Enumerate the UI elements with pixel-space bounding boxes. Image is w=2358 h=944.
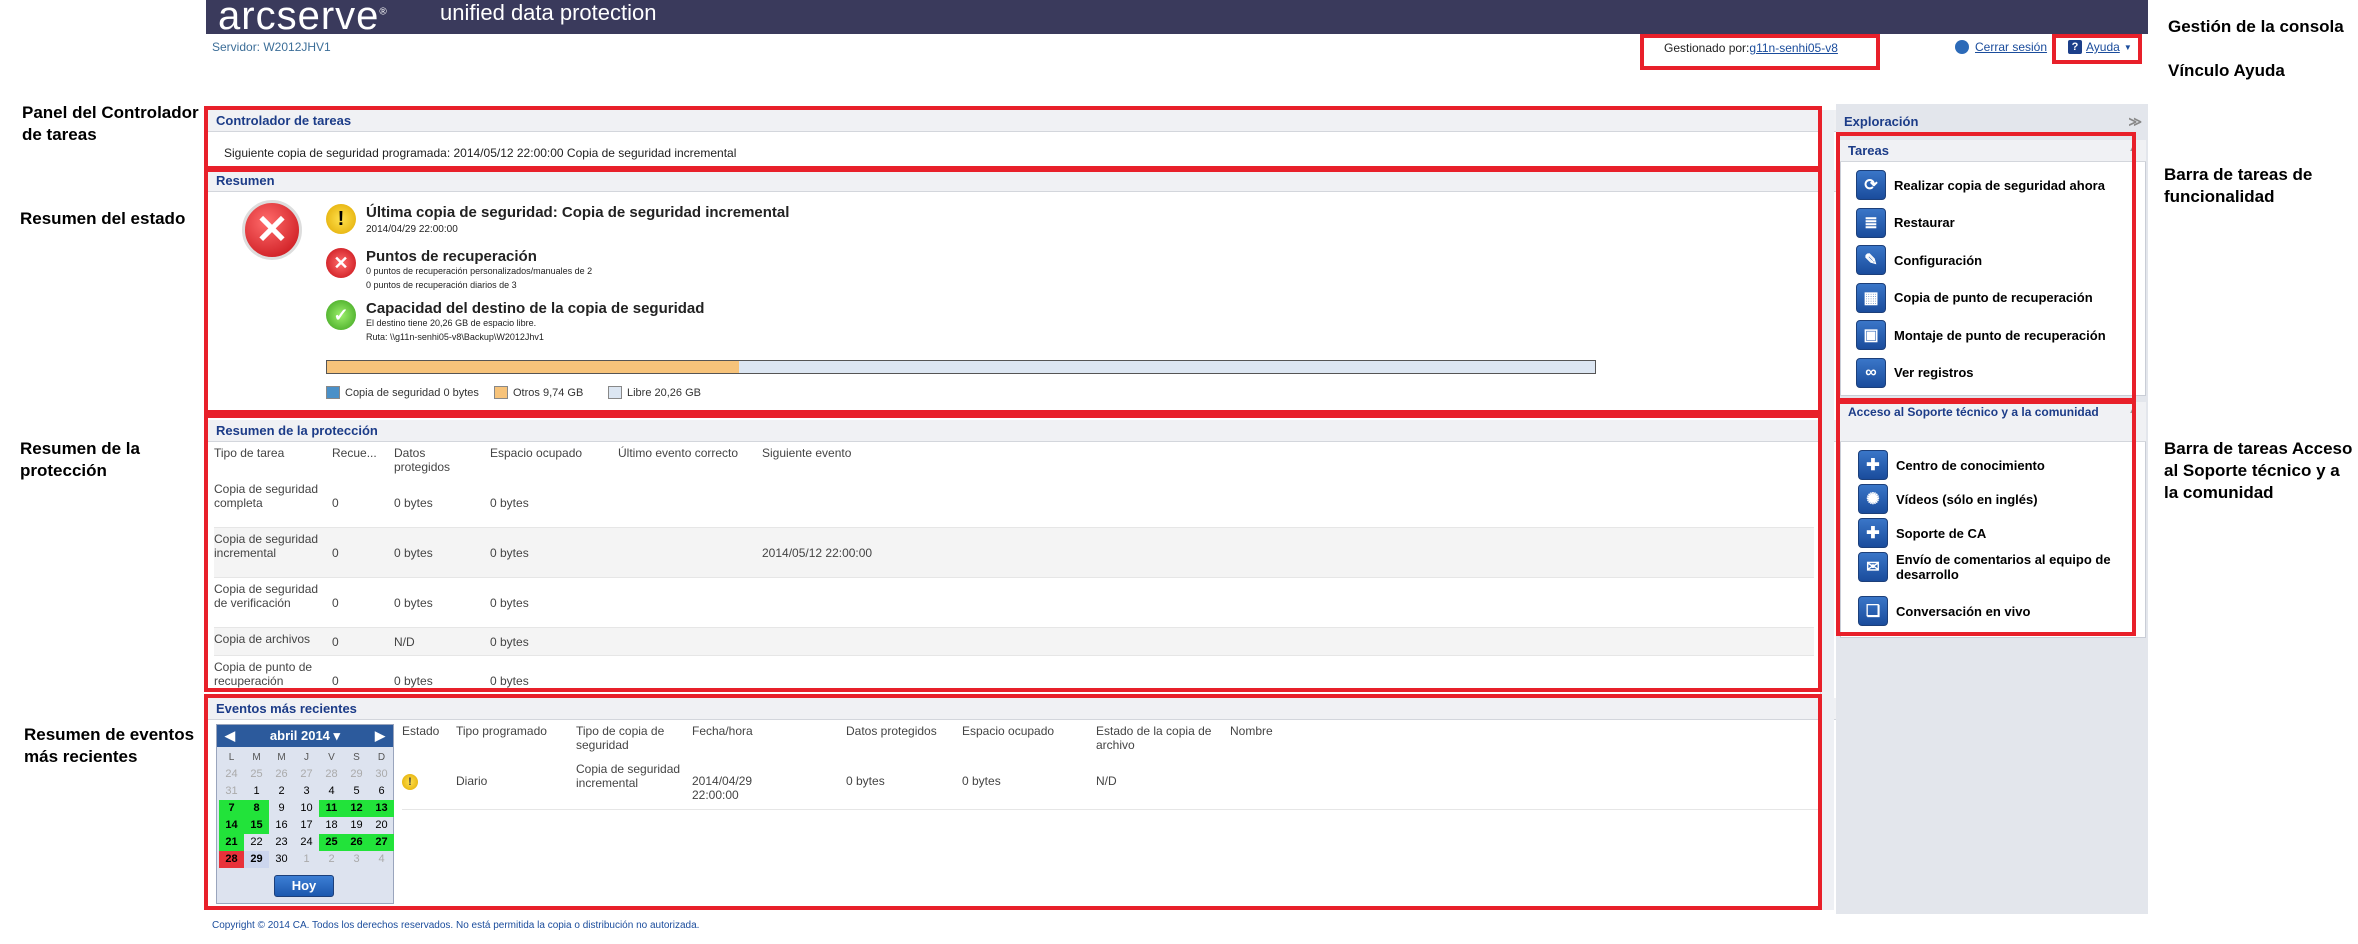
server-label: Servidor: W2012JHV1 [212,40,331,54]
logout-icon [1955,40,1969,54]
annotation-job-monitor: Panel del Controlador de tareas [22,103,199,144]
annotation-box-events [204,694,1822,910]
footer-copyright: Copyright © 2014 CA. Todos los derechos … [212,920,700,931]
logo: arcserve® [218,0,388,38]
annotation-box-summary [204,168,1822,414]
annotation-status: Resumen del estado [20,209,186,228]
annotation-box-protection [204,414,1822,692]
vertical-scrollbar[interactable] [1820,110,1834,910]
navigation-header[interactable]: Exploración ≫ [1840,114,2146,130]
annotation-console: Gestión de la consola [2168,17,2344,36]
annotation-support-taskbar: Barra de tareas Acceso al Soporte técnic… [2164,439,2353,502]
annotation-help: Vínculo Ayuda [2168,61,2285,80]
annotation-box-job-monitor [204,106,1822,170]
annotation-box-console [1640,34,1880,70]
annotation-box-tasks [1836,132,2136,402]
annotation-protection: Resumen de la protección [20,439,140,480]
logout-link[interactable]: Cerrar sesión [1955,40,2047,54]
expand-icon[interactable]: ≫ [2128,114,2142,130]
annotation-func-taskbar: Barra de tareas de funcionalidad [2164,165,2313,206]
annotation-events: Resumen de eventos más recientes [24,725,195,766]
annotation-box-help [2052,34,2142,64]
annotation-box-support [1836,400,2136,636]
product-subtitle: unified data protection [440,0,657,25]
